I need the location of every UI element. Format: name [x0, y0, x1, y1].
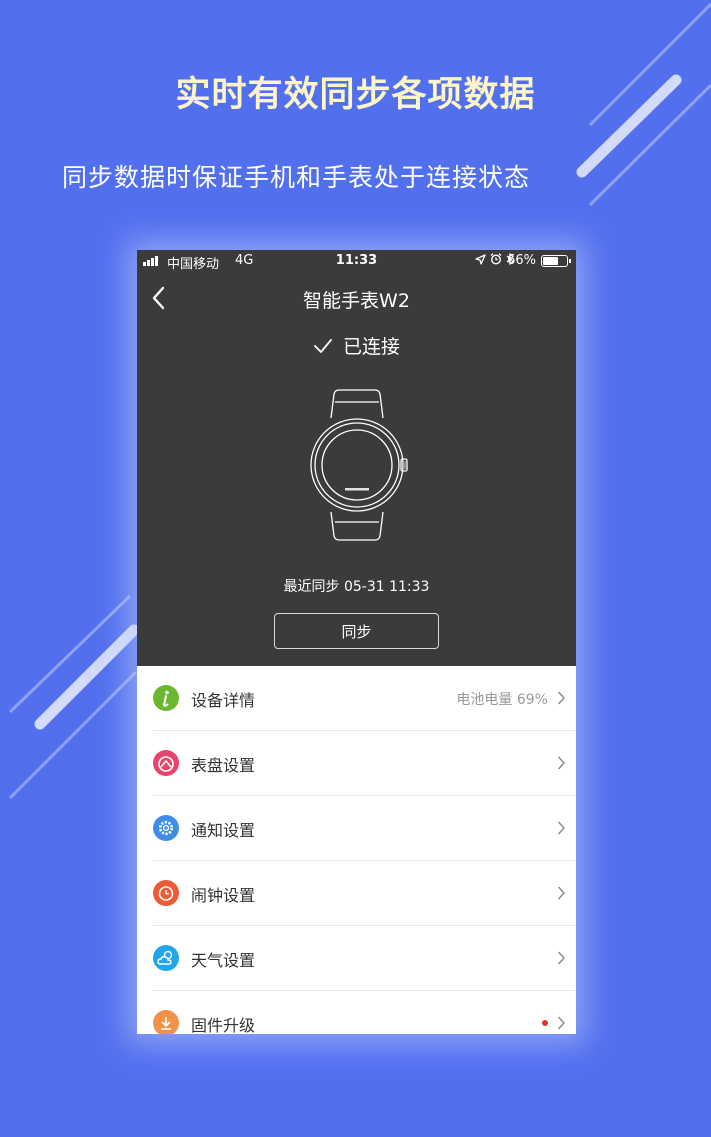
menu-item-weather[interactable]: 天气设置 [137, 926, 576, 991]
chevron-right-icon [557, 1016, 565, 1030]
menu-item-watch-face[interactable]: 表盘设置 [137, 731, 576, 796]
connection-status: 已连接 [137, 332, 576, 359]
menu-item-alarm[interactable]: 闹钟设置 [137, 861, 576, 926]
menu-item-label: 表盘设置 [191, 756, 256, 775]
menu-item-label: 设备详情 [191, 691, 256, 710]
headline: 实时有效同步各项数据 [175, 75, 536, 115]
menu-item-label: 闹钟设置 [191, 886, 256, 905]
subheadline: 同步数据时保证手机和手表处于连接状态 [62, 163, 531, 192]
chevron-right-icon [557, 691, 565, 705]
chevron-right-icon [557, 756, 565, 770]
device-header: 中国移动 4G 11:33 66% 智能手表W2 已连接 最近同步 05-31 … [137, 250, 576, 666]
alarm-icon [490, 253, 502, 265]
gear-icon [153, 815, 179, 841]
menu-item-firmware-update[interactable]: 固件升级 [137, 991, 576, 1034]
watch-illustration [310, 389, 408, 541]
page-title: 智能手表W2 [303, 290, 410, 312]
menu-item-label: 天气设置 [191, 951, 256, 970]
checkmark-icon [314, 338, 332, 353]
chevron-right-icon [557, 886, 565, 900]
battery-percent: 66% [507, 253, 536, 268]
info-icon [153, 685, 179, 711]
firmware-icon [153, 1010, 179, 1034]
settings-list: 设备详情 电池电量 69% 表盘设置 通知设置 闹钟设置 天气设置 固件升级 [137, 666, 576, 1034]
battery-icon [541, 255, 571, 267]
menu-item-label: 固件升级 [191, 1016, 256, 1034]
status-bar: 中国移动 4G 11:33 66% [137, 250, 576, 272]
update-badge [542, 1020, 548, 1026]
menu-item-notifications[interactable]: 通知设置 [137, 796, 576, 861]
connection-label: 已连接 [342, 336, 400, 358]
menu-item-device-details[interactable]: 设备详情 电池电量 69% [137, 666, 576, 731]
watch-face-icon [153, 750, 179, 776]
weather-icon [153, 945, 179, 971]
alarm-clock-icon [153, 880, 179, 906]
phone-screen: 中国移动 4G 11:33 66% 智能手表W2 已连接 最近同步 05-31 … [137, 250, 576, 1034]
sync-button[interactable]: 同步 [274, 613, 439, 649]
battery-level-value: 电池电量 69% [456, 692, 548, 708]
chevron-right-icon [557, 821, 565, 835]
location-icon [475, 253, 486, 265]
chevron-right-icon [557, 951, 565, 965]
last-sync-time: 最近同步 05-31 11:33 [283, 579, 430, 595]
menu-item-label: 通知设置 [191, 821, 256, 840]
